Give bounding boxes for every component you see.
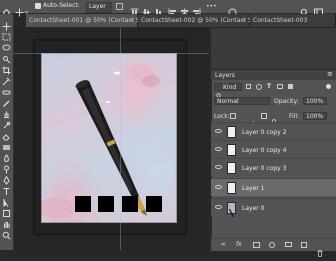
canvas-image[interactable] <box>41 53 177 223</box>
history-brush-icon[interactable] <box>2 115 11 129</box>
auto-select-checkbox[interactable] <box>35 3 41 18</box>
layer-row[interactable]: Layer 0 copy 2 <box>211 122 336 140</box>
filter-toggle-icon[interactable] <box>326 84 331 89</box>
delete-layer-icon[interactable] <box>317 242 323 261</box>
layer-name[interactable]: Layer 1 <box>242 185 264 192</box>
filter-type-icon[interactable]: T <box>267 83 271 90</box>
options-bar: Auto-Select: Layer ••• <box>0 0 336 19</box>
marquee-icon[interactable] <box>2 27 11 41</box>
filter-shape-icon[interactable] <box>277 84 283 89</box>
auto-select-value: Layer <box>89 3 106 10</box>
layer-name[interactable]: Layer 0 <box>242 205 264 212</box>
layer-thumbnail <box>227 126 236 138</box>
close-icon[interactable]: × <box>241 17 246 24</box>
guide-horizontal[interactable] <box>14 53 209 54</box>
contact-slot-3[interactable] <box>122 196 138 212</box>
hand-icon[interactable] <box>2 214 11 228</box>
opacity-value: 100% <box>306 98 324 105</box>
auto-select-label: Auto-Select: <box>43 2 80 9</box>
tab-contactsheet-003[interactable]: ContactSheet-003 <box>250 14 336 27</box>
fill-field[interactable]: 100% <box>303 112 327 120</box>
layer-row[interactable]: Layer 0 copy 3 <box>211 158 336 176</box>
type-icon[interactable] <box>2 181 11 195</box>
auto-select-dropdown[interactable]: Layer <box>86 2 112 19</box>
panel-menu-icon[interactable]: ≡ <box>327 71 333 78</box>
new-layer-icon[interactable] <box>301 242 307 248</box>
visibility-eye-icon[interactable] <box>215 165 222 169</box>
layer-row[interactable]: Layer 0 copy 4 <box>211 140 336 158</box>
new-group-icon[interactable] <box>285 242 292 247</box>
adjustment-layer-icon[interactable] <box>269 242 275 248</box>
tab-contactsheet-001[interactable]: ContactSheet-001 @ 50% (Contact Sheet × <box>26 14 153 27</box>
layer-filter-kind-dropdown[interactable]: Kind <box>214 83 242 99</box>
fill-value: 100% <box>306 113 324 120</box>
blur-icon[interactable] <box>2 148 11 163</box>
contact-slot-1[interactable] <box>75 196 91 212</box>
zoom-icon[interactable] <box>2 225 11 240</box>
visibility-eye-icon[interactable] <box>215 147 222 151</box>
fill-label: Fill: <box>289 113 300 120</box>
visibility-eye-icon[interactable] <box>215 185 222 189</box>
guide-vertical[interactable] <box>120 28 121 250</box>
healing-icon[interactable] <box>2 82 11 95</box>
contact-slot-4[interactable] <box>146 196 162 212</box>
blend-mode-dropdown[interactable]: Normal <box>214 97 270 105</box>
opacity-label: Opacity: <box>274 98 299 105</box>
link-layers-icon[interactable]: ∞ <box>221 241 226 248</box>
pen-tool-icon[interactable] <box>2 170 11 185</box>
contact-slot-2[interactable] <box>98 196 114 212</box>
layer-row-selected[interactable]: Layer 1 <box>211 178 336 196</box>
home-icon[interactable] <box>2 2 11 17</box>
lock-artboard-icon[interactable] <box>261 113 267 119</box>
tab-label: ContactSheet-001 @ 50% (Contact Sheet <box>29 17 154 24</box>
tab-contactsheet-002[interactable]: ContactSheet-002 @ 50% (Contact Sheet × <box>138 14 265 27</box>
more-options-icon[interactable]: ••• <box>206 4 217 10</box>
panel-dock <box>211 28 336 69</box>
blend-mode-value: Normal <box>217 98 239 105</box>
path-select-icon[interactable] <box>2 192 11 208</box>
layer-thumbnail <box>227 144 236 156</box>
layers-panel-footer: ∞ fx <box>211 238 336 257</box>
gradient-icon[interactable] <box>2 137 11 150</box>
visibility-eye-icon[interactable] <box>215 205 222 209</box>
show-transform-controls-icon[interactable] <box>116 3 123 10</box>
layers-panel-header: Layers ≡ <box>211 70 336 80</box>
eraser-icon[interactable] <box>2 126 11 141</box>
layer-name[interactable]: Layer 0 copy 2 <box>242 129 286 136</box>
visibility-eye-icon[interactable] <box>215 129 222 133</box>
stamp-icon[interactable] <box>2 104 11 118</box>
move-tool-preset-icon[interactable] <box>15 2 29 17</box>
document-tab-bar: ContactSheet-001 @ 50% (Contact Sheet × … <box>26 14 336 27</box>
layer-row[interactable]: Layer 0 <box>211 198 336 218</box>
tab-label: ContactSheet-002 @ 50% (Contact Sheet <box>141 17 266 24</box>
layers-panel-title[interactable]: Layers <box>215 72 235 79</box>
opacity-field[interactable]: 100% <box>303 97 327 105</box>
tab-label: ContactSheet-003 <box>253 17 308 24</box>
layer-thumbnail <box>227 162 236 174</box>
lock-label: Lock: <box>214 113 230 120</box>
layer-name[interactable]: Layer 0 copy 3 <box>242 165 286 172</box>
move-icon[interactable] <box>2 16 11 31</box>
eyedropper-icon[interactable] <box>2 71 11 86</box>
crop-icon[interactable] <box>2 60 11 75</box>
layer-thumbnail <box>227 182 236 194</box>
lock-transparent-icon[interactable] <box>230 113 236 119</box>
dodge-icon[interactable] <box>2 159 11 174</box>
add-mask-icon[interactable] <box>253 242 260 248</box>
quick-select-icon[interactable] <box>2 49 11 64</box>
layer-thumbnail <box>227 202 236 218</box>
shape-icon[interactable] <box>2 203 11 217</box>
filter-adjustment-icon[interactable] <box>256 84 262 90</box>
filter-kind-label: Kind <box>223 84 237 91</box>
layer-name[interactable]: Layer 0 copy 4 <box>242 147 286 154</box>
close-icon[interactable]: × <box>129 17 134 24</box>
layer-style-icon[interactable]: fx <box>236 241 242 248</box>
filter-smart-object-icon[interactable] <box>288 84 293 89</box>
lasso-icon[interactable] <box>2 38 11 51</box>
filter-pixel-icon[interactable] <box>246 84 251 89</box>
brush-icon[interactable] <box>2 93 11 107</box>
